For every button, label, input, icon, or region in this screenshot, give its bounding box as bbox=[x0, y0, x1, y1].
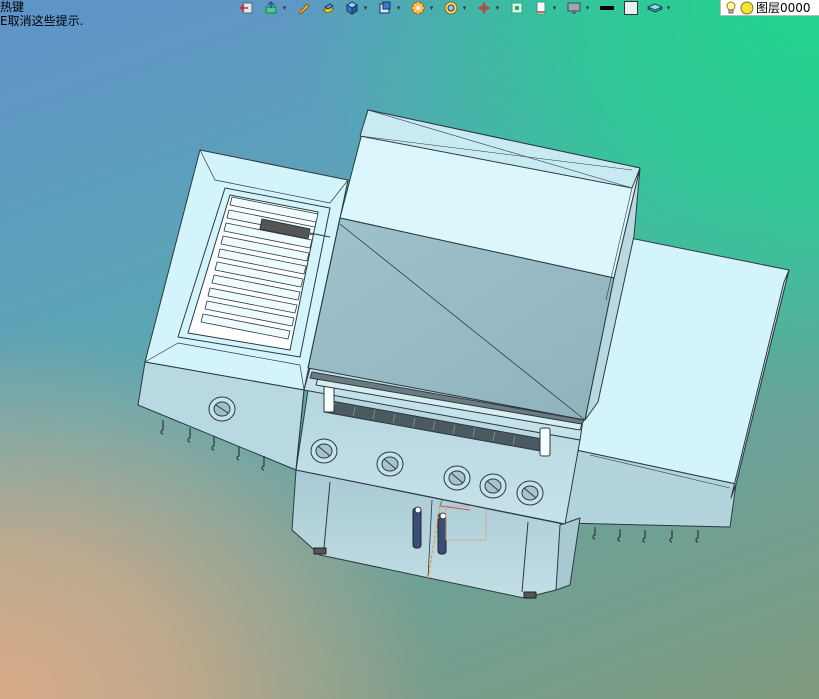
burner-knob-1 bbox=[310, 438, 338, 464]
box-solid-icon[interactable] bbox=[343, 0, 361, 16]
side-burner-knob bbox=[208, 396, 236, 422]
bbq-grill-3d-model[interactable] bbox=[0, 0, 819, 699]
box-solid-dropdown[interactable]: ▾ bbox=[361, 0, 370, 16]
layer-name[interactable]: 图层0000 bbox=[756, 0, 811, 16]
view-toolbar: ▾ ▾ ▾ ▾ ▾ ▾ ▾ ▾ ▾ bbox=[238, 0, 673, 16]
extrude-icon[interactable] bbox=[319, 0, 337, 16]
section-view-dropdown[interactable]: ▾ bbox=[394, 0, 403, 16]
monitor-dropdown[interactable]: ▾ bbox=[583, 0, 592, 16]
lightbulb-icon[interactable] bbox=[723, 0, 739, 16]
grill-hood bbox=[307, 109, 641, 421]
render-icon[interactable] bbox=[442, 0, 460, 16]
layer-dropdown[interactable]: ▾ bbox=[664, 0, 673, 16]
line-style-icon[interactable] bbox=[532, 0, 550, 16]
monitor-icon[interactable] bbox=[565, 0, 583, 16]
right-shelf-hooks bbox=[592, 527, 699, 543]
render-dropdown[interactable]: ▾ bbox=[460, 0, 469, 16]
appearance-dropdown[interactable]: ▾ bbox=[427, 0, 436, 16]
burner-knob-4 bbox=[479, 473, 507, 499]
line-style-dropdown[interactable]: ▾ bbox=[550, 0, 559, 16]
cad-3d-viewport[interactable]: 热键 E取消这些提示. ▾ ▾ ▾ ▾ ▾ ▾ ▾ ▾ ▾ 图层0000 bbox=[0, 0, 819, 699]
burner-knob-2 bbox=[376, 451, 404, 477]
hotkey-hint-title: 热键 bbox=[0, 0, 25, 14]
burner-knob-5 bbox=[516, 480, 544, 506]
fit-view-icon[interactable] bbox=[508, 0, 526, 16]
coordinate-axis-dropdown[interactable]: ▾ bbox=[493, 0, 502, 16]
exit-sketch-icon[interactable] bbox=[238, 0, 256, 16]
hotkey-hint-dismiss: E取消这些提示. bbox=[0, 14, 84, 28]
coordinate-axis-icon[interactable] bbox=[475, 0, 493, 16]
layer-icon[interactable] bbox=[646, 0, 664, 16]
color-swatch-icon[interactable] bbox=[622, 0, 640, 16]
layer-color-icon[interactable] bbox=[739, 0, 755, 16]
burner-knob-3 bbox=[443, 465, 471, 491]
view-orient-icon[interactable] bbox=[262, 0, 280, 16]
appearance-icon[interactable] bbox=[409, 0, 427, 16]
sketch-pencil-icon[interactable] bbox=[295, 0, 313, 16]
line-weight-icon[interactable] bbox=[598, 0, 616, 16]
layer-selector[interactable]: 图层0000 bbox=[720, 0, 819, 16]
section-view-icon[interactable] bbox=[376, 0, 394, 16]
view-orient-dropdown[interactable]: ▾ bbox=[280, 0, 289, 16]
